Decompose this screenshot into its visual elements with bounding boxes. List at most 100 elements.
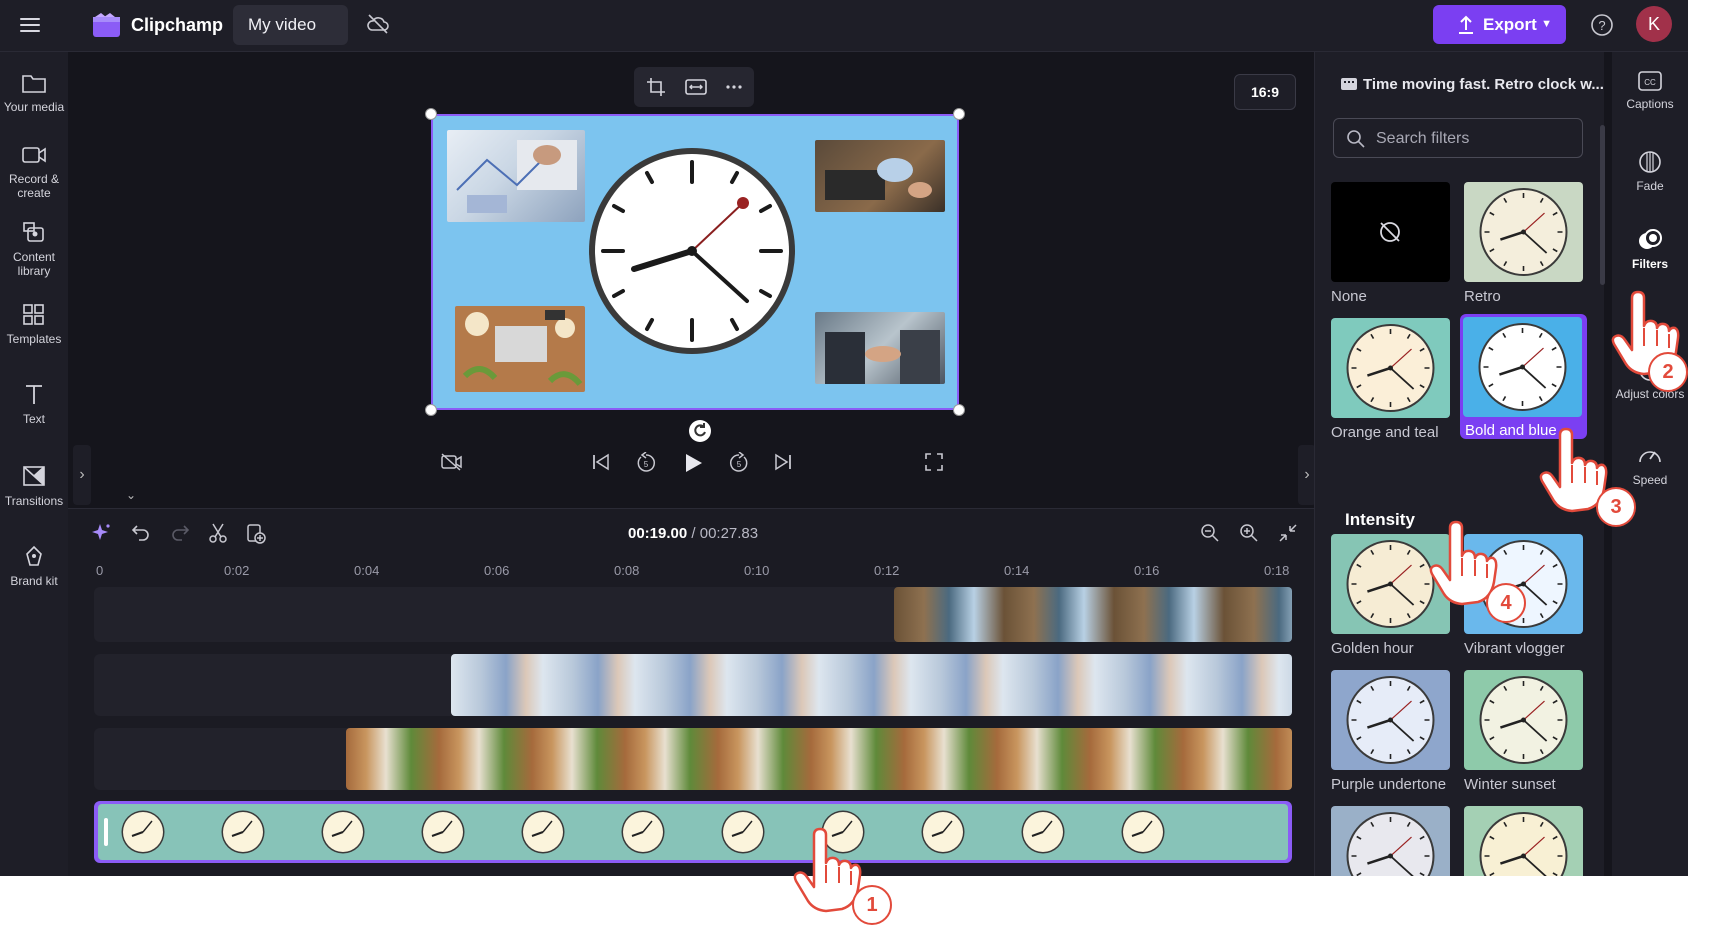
rail-item-fade[interactable]: Fade	[1612, 150, 1688, 193]
sidebar-item-text[interactable]: Text	[0, 382, 68, 426]
clip-clock-selected[interactable]	[98, 804, 1288, 860]
project-name-field[interactable]: My video	[233, 5, 348, 45]
export-button[interactable]: Export ▼	[1433, 5, 1566, 44]
timeline-ruler[interactable]: 0 0:02 0:04 0:06 0:08 0:10 0:12 0:14 0:1…	[96, 563, 1291, 587]
clipchamp-editor: Clipchamp My video Export ▼ ? K Your med…	[0, 0, 1688, 876]
undo-icon[interactable]	[131, 522, 151, 547]
canvas-image-desk-top[interactable]	[455, 306, 585, 392]
filter-card-orange-and-teal[interactable]: Orange and teal	[1331, 318, 1450, 441]
sidebar-item-templates[interactable]: Templates	[0, 302, 68, 346]
canvas-clock[interactable]	[587, 146, 797, 356]
expand-left-panel-button[interactable]: ›	[73, 445, 91, 505]
library-icon	[23, 222, 44, 242]
play-icon[interactable]	[682, 452, 704, 479]
sidebar-item-label: Transitions	[4, 494, 64, 508]
sidebar-item-content-library[interactable]: Content library	[0, 220, 68, 278]
filter-label: Retro	[1464, 288, 1501, 305]
left-sidebar: Your media Record & create Content libra…	[0, 52, 68, 876]
filter-thumb	[1464, 806, 1583, 876]
folder-icon	[22, 75, 46, 93]
selected-filter-frame: Bold and blue	[1460, 314, 1587, 439]
filter-card-retro[interactable]: Retro	[1464, 182, 1583, 305]
camera-icon	[22, 147, 46, 163]
clip-desk-top[interactable]	[346, 728, 1292, 790]
sidebar-item-label: Templates	[6, 332, 62, 346]
canvas-image-typing[interactable]	[815, 140, 945, 212]
filter-card-more[interactable]	[1331, 806, 1450, 876]
filter-label: Purple undertone	[1331, 776, 1447, 793]
filter-thumb	[1331, 670, 1450, 770]
rail-item-captions[interactable]: CC Captions	[1612, 70, 1688, 111]
sidebar-item-your-media[interactable]: Your media	[0, 72, 68, 114]
resize-handle[interactable]	[953, 108, 965, 120]
filter-label: Golden hour	[1331, 640, 1414, 657]
fullscreen-icon[interactable]	[924, 452, 944, 477]
svg-text:?: ?	[1598, 18, 1605, 33]
upload-icon	[1459, 15, 1473, 34]
current-time: 00:19.00	[628, 525, 688, 542]
rail-item-speed[interactable]: Speed	[1612, 444, 1688, 487]
rail-item-filters[interactable]: Filters	[1612, 228, 1688, 271]
hide-preview-icon[interactable]	[440, 452, 462, 477]
filter-card-none[interactable]: None	[1331, 182, 1450, 305]
filter-card-winter-sunset[interactable]: Winter sunset	[1464, 670, 1583, 793]
ruler-tick: 0:08	[614, 563, 640, 578]
rewind-5-icon[interactable]: 5	[635, 451, 657, 479]
add-media-icon[interactable]	[246, 522, 266, 549]
sidebar-item-label: Brand kit	[10, 574, 58, 588]
resize-handle[interactable]	[953, 404, 965, 416]
filter-card-bold-and-blue[interactable]: Bold and blue	[1460, 314, 1587, 439]
filters-scrollbar[interactable]	[1600, 125, 1605, 285]
sidebar-item-transitions[interactable]: Transitions	[0, 464, 68, 508]
redo-icon[interactable]	[170, 522, 190, 547]
clip-clock-thumbnails	[121, 810, 1165, 854]
canvas-image-handshake[interactable]	[815, 312, 945, 384]
video-canvas[interactable]	[431, 114, 959, 410]
ruler-tick: 0:14	[1004, 563, 1030, 578]
split-scissors-icon[interactable]	[208, 522, 228, 549]
fit-timeline-icon[interactable]	[1278, 523, 1298, 548]
svg-text:5: 5	[644, 460, 649, 469]
collapse-timeline-icon[interactable]: ⌄	[126, 488, 136, 502]
zoom-out-icon[interactable]	[1200, 523, 1220, 548]
brand-kit-icon	[26, 545, 42, 566]
help-icon[interactable]: ?	[1590, 13, 1614, 37]
clip-laptop-charts[interactable]	[451, 654, 1292, 716]
canvas-image-laptop-charts[interactable]	[447, 130, 585, 222]
skip-forward-icon[interactable]	[772, 452, 794, 477]
zoom-in-icon[interactable]	[1239, 523, 1259, 548]
filter-card-more[interactable]	[1464, 806, 1583, 876]
ruler-tick: 0:12	[874, 563, 900, 578]
skip-back-icon[interactable]	[590, 452, 612, 477]
search-input[interactable]	[1376, 127, 1576, 151]
search-filters-box[interactable]	[1333, 118, 1583, 158]
video-clip-icon	[1341, 78, 1357, 90]
svg-text:CC: CC	[1644, 78, 1656, 87]
cloud-off-icon[interactable]	[366, 13, 390, 35]
avatar[interactable]: K	[1636, 6, 1672, 42]
sidebar-item-label: Record & create	[8, 172, 60, 200]
filter-thumb	[1331, 182, 1450, 282]
resize-handle[interactable]	[425, 404, 437, 416]
filters-icon	[1639, 229, 1662, 249]
filter-thumb	[1331, 318, 1450, 418]
fade-icon	[1639, 151, 1661, 173]
sidebar-item-label: Content library	[12, 250, 56, 278]
rail-item-label: Captions	[1626, 97, 1674, 111]
forward-5-icon[interactable]: 5	[728, 451, 750, 479]
clip-typing[interactable]	[894, 587, 1292, 642]
filter-card-purple-undertone[interactable]: Purple undertone	[1331, 670, 1450, 793]
crop-icon[interactable]	[646, 77, 666, 102]
filter-thumb	[1464, 182, 1583, 282]
ruler-tick: 0:18	[1264, 563, 1290, 578]
resize-handle[interactable]	[425, 108, 437, 120]
sidebar-item-record-create[interactable]: Record & create	[0, 144, 68, 200]
magic-icon[interactable]	[92, 522, 112, 547]
fit-icon[interactable]	[685, 77, 707, 102]
menu-icon[interactable]	[20, 14, 44, 36]
rotate-handle[interactable]	[689, 420, 711, 442]
aspect-ratio-button[interactable]: 16:9	[1234, 74, 1296, 110]
search-icon	[1347, 130, 1365, 148]
more-options-icon[interactable]	[724, 77, 744, 102]
sidebar-item-brand-kit[interactable]: Brand kit	[0, 544, 68, 588]
